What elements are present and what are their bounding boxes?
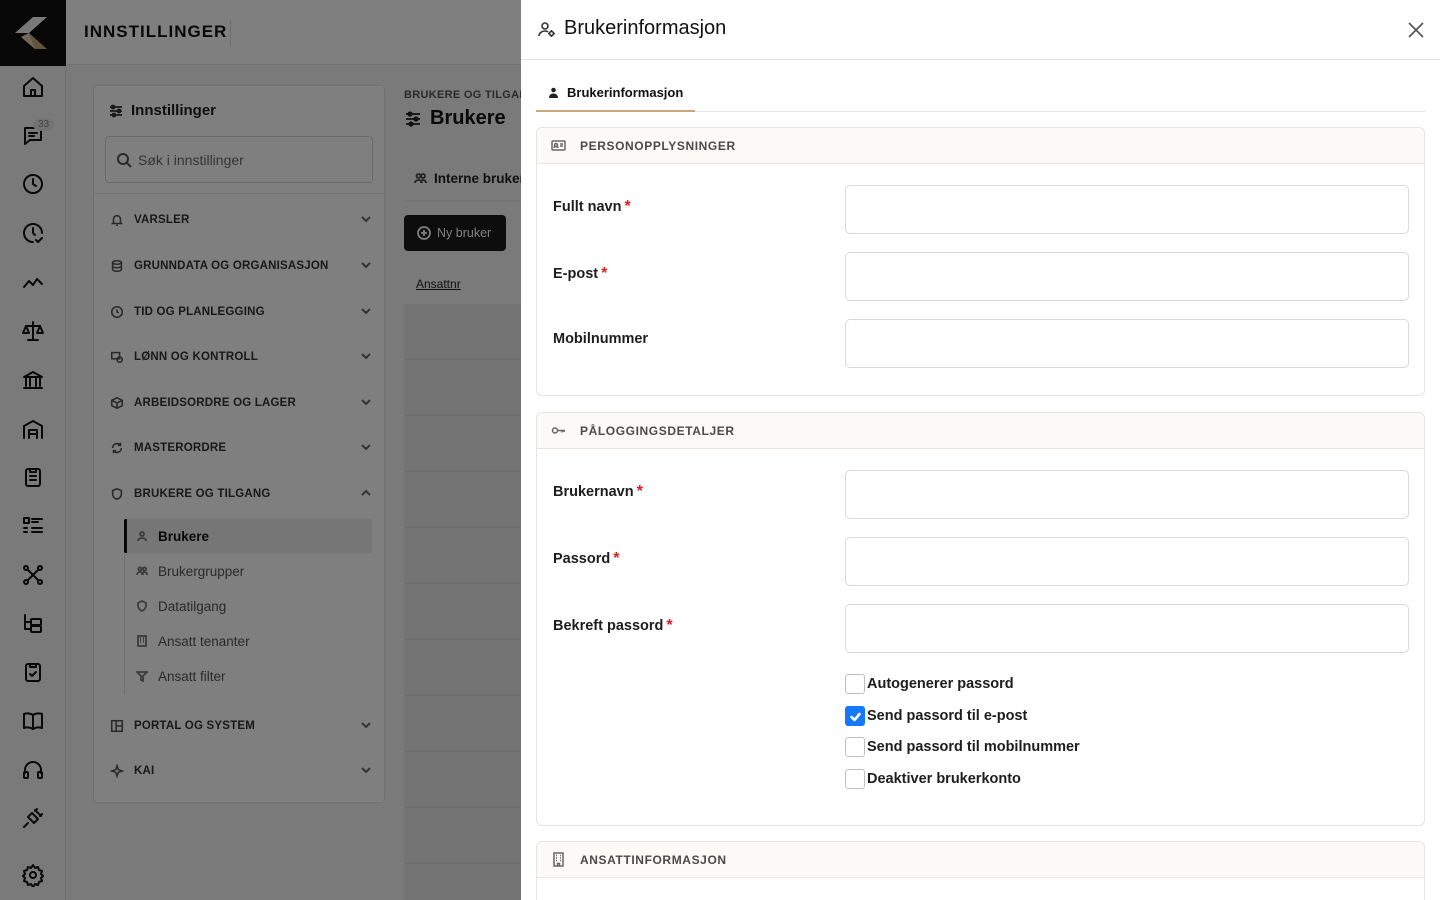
username-input[interactable] [845,470,1409,519]
deactivate-account-checkbox[interactable]: Deaktiver brukerkonto [845,769,1021,789]
checkbox-label: Send passord til e-post [867,708,1028,724]
checkbox-box[interactable] [845,706,865,726]
card-title: ANSATTINFORMASJON [580,852,727,867]
user-icon [549,87,558,98]
building-icon [553,852,564,867]
card-title: PÅLOGGINGSDETALJER [580,423,735,438]
card-header: PÅLOGGINGSDETALJER [537,413,1424,449]
checkbox-label: Send passord til mobilnummer [867,739,1080,755]
drawer-header: Brukerinformasjon [521,0,1440,60]
user-gear-icon [538,21,555,37]
send-password-mobile-checkbox[interactable]: Send passord til mobilnummer [845,737,1080,757]
tab-brukerinformasjon[interactable]: Brukerinformasjon [536,75,696,112]
card-header: PERSONOPPLYSNINGER [537,128,1424,164]
password-input[interactable] [845,537,1409,586]
mobile-input[interactable] [845,319,1409,368]
drawer-title: Brukerinformasjon [538,17,726,40]
mobile-label: Mobilnummer [553,331,649,347]
email-input[interactable] [845,252,1409,301]
drawer-tabs: Brukerinformasjon [536,75,1425,112]
confirm-password-label: Bekreft passord * [553,617,673,634]
drawer-title-text: Brukerinformasjon [564,17,727,39]
id-card-icon [551,140,566,151]
close-button[interactable] [1406,20,1426,40]
username-label: Brukernavn * [553,483,643,500]
check-icon [849,712,861,721]
login-details-card: PÅLOGGINGSDETALJER Brukernavn * Passord * … [536,412,1425,826]
password-label: Passord * [553,550,620,567]
personal-info-card: PERSONOPPLYSNINGER Fullt navn * E-post * M… [536,127,1425,396]
confirm-password-input[interactable] [845,604,1409,653]
email-label: E-post * [553,265,608,282]
card-title: PERSONOPPLYSNINGER [580,138,736,153]
checkbox-label: Deaktiver brukerkonto [867,771,1021,787]
checkbox-box[interactable] [845,737,865,757]
user-info-drawer: Brukerinformasjon Brukerinformasjon PERS… [521,0,1440,900]
close-icon [1408,22,1424,38]
checkbox-box[interactable] [845,674,865,694]
key-icon [551,427,565,434]
employee-info-card: ANSATTINFORMASJON [536,841,1425,900]
send-password-email-checkbox[interactable]: Send passord til e-post [845,706,1027,726]
full-name-input[interactable] [845,185,1409,234]
autogenerate-password-checkbox[interactable]: Autogenerer passord [845,674,1014,694]
full-name-label: Fullt navn * [553,198,631,215]
tab-label: Brukerinformasjon [567,85,684,100]
checkbox-label: Autogenerer passord [867,676,1014,692]
card-header: ANSATTINFORMASJON [537,842,1424,878]
checkbox-box[interactable] [845,769,865,789]
